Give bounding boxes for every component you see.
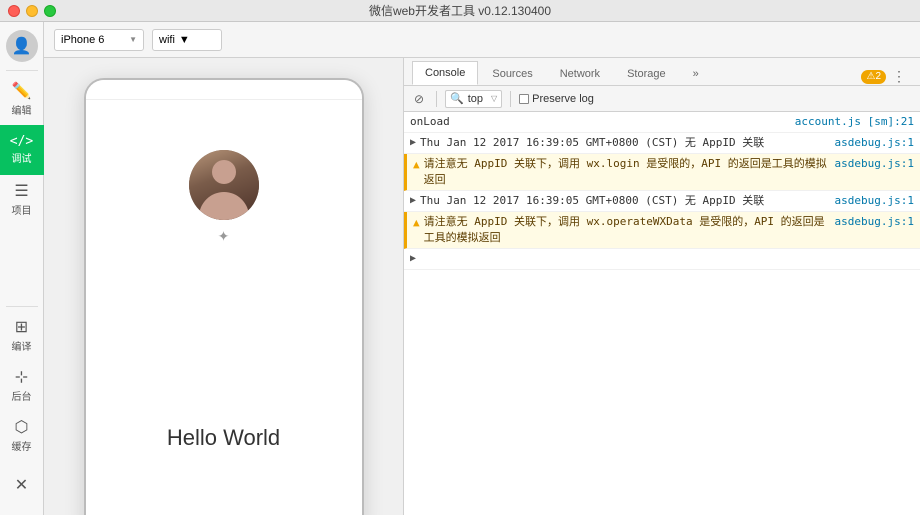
warning-icon: ⚠ [866, 71, 875, 82]
preserve-log-text: Preserve log [532, 93, 594, 105]
preserve-log-checkbox[interactable] [519, 94, 529, 104]
maximize-button[interactable] [44, 5, 56, 17]
devtools-panel: Console Sources Network Storage » [404, 58, 920, 515]
minimize-button[interactable] [26, 5, 38, 17]
clear-console-button[interactable]: ⊘ [410, 90, 428, 108]
sidebar-divider [6, 70, 38, 71]
console-row-onload[interactable]: onLoad account.js [sm]:21 [404, 112, 920, 133]
sidebar-item-edit[interactable]: ✏️ 编辑 [0, 75, 44, 125]
expand-bottom-icon[interactable]: ▶ [410, 251, 416, 267]
close-button[interactable] [8, 5, 20, 17]
main-content: 👤 ✏️ 编辑 </> 调试 ☰ 项目 ⊞ 编译 ⊹ 后台 ⬡ 缓存 ✕ [0, 22, 920, 515]
avatar-placeholder: 👤 [12, 36, 32, 56]
filter-input-wrapper[interactable]: 🔍 top ▽ [445, 90, 502, 108]
sidebar-item-debug[interactable]: </> 调试 [0, 125, 44, 175]
phone-avatar [189, 150, 259, 220]
kebab-menu-icon[interactable]: ⋮ [892, 68, 906, 85]
warning-icon-2: ▲ [413, 215, 420, 231]
backend-icon: ⊹ [15, 370, 28, 386]
tab-network[interactable]: Network [547, 61, 613, 85]
tab-storage[interactable]: Storage [614, 61, 679, 85]
sidebar: 👤 ✏️ 编辑 </> 调试 ☰ 项目 ⊞ 编译 ⊹ 后台 ⬡ 缓存 ✕ [0, 22, 44, 515]
sidebar-item-compile[interactable]: ⊞ 编译 [0, 311, 44, 361]
device-bar: iPhone 6 ▼ wifi ▼ [44, 22, 920, 58]
console-text-2: Thu Jan 12 2017 16:39:05 GMT+0800 (CST) … [420, 193, 830, 209]
console-row-2[interactable]: ▶ Thu Jan 12 2017 16:39:05 GMT+0800 (CST… [404, 191, 920, 212]
cache-icon: ⬡ [15, 420, 29, 436]
phone-frame: ✦ Hello World [84, 78, 364, 515]
network-value: wifi [159, 34, 175, 46]
devtools-tabs: Console Sources Network Storage » [404, 58, 920, 86]
filter-chevron-icon: ▽ [491, 94, 497, 103]
phone-icon-below: ✦ [218, 228, 230, 245]
clear-icon: ⊘ [414, 92, 424, 106]
warning-badge: ⚠ 2 [861, 70, 886, 84]
phone-avatar-image [189, 150, 259, 220]
phone-hello-world: Hello World [167, 425, 280, 451]
phone-preview: ✦ Hello World [44, 58, 404, 515]
sidebar-label-project: 项目 [12, 202, 32, 217]
project-icon: ☰ [14, 184, 28, 200]
device-chevron-icon: ▼ [129, 35, 137, 44]
expand-icon-2[interactable]: ▶ [410, 193, 416, 209]
console-row-warning-2[interactable]: ▲ 请注意无 AppID 关联下，调用 wx.operateWXData 是受限… [404, 212, 920, 249]
separator2 [510, 91, 511, 107]
filter-value: top [468, 93, 483, 105]
sidebar-item-cache[interactable]: ⬡ 缓存 [0, 411, 44, 461]
sidebar-label-cache: 缓存 [12, 438, 32, 453]
compile-icon: ⊞ [15, 320, 28, 336]
console-row-expand[interactable]: ▶ [404, 249, 920, 270]
console-source-1[interactable]: asdebug.js:1 [835, 135, 914, 151]
titlebar: 微信web开发者工具 v0.12.130400 [0, 0, 920, 22]
warning-icon-1: ▲ [413, 157, 420, 173]
device-select[interactable]: iPhone 6 ▼ [54, 29, 144, 51]
sidebar-label-backend: 后台 [12, 388, 32, 403]
console-text-onload: onLoad [410, 114, 791, 130]
separator1 [436, 91, 437, 107]
sidebar-item-project[interactable]: ☰ 项目 [0, 175, 44, 225]
window-title: 微信web开发者工具 v0.12.130400 [369, 2, 551, 19]
sidebar-divider2 [6, 306, 38, 307]
traffic-lights [8, 5, 56, 17]
avatar[interactable]: 👤 [6, 30, 38, 62]
device-value: iPhone 6 [61, 34, 104, 46]
console-row-warning-1[interactable]: ▲ 请注意无 AppID 关联下，调用 wx.login 是受限的，API 的返… [404, 154, 920, 191]
console-text-warning-2: 请注意无 AppID 关联下，调用 wx.operateWXData 是受限的，… [424, 214, 831, 246]
preserve-log-label[interactable]: Preserve log [519, 93, 594, 105]
phone-content: ✦ Hello World [86, 100, 362, 515]
warning-count: 2 [875, 71, 881, 82]
tab-console[interactable]: Console [412, 61, 478, 85]
sidebar-item-close[interactable]: ✕ [0, 461, 44, 511]
phone-status-bar [86, 80, 362, 100]
devtools-toolbar: ⊘ 🔍 top ▽ Preserve log [404, 86, 920, 112]
network-select[interactable]: wifi ▼ [152, 29, 222, 51]
sidebar-label-compile: 编译 [12, 338, 32, 353]
devtools-top-right: ⚠ 2 ⋮ [861, 68, 912, 85]
devtools-content: onLoad account.js [sm]:21 ▶ Thu Jan 12 2… [404, 112, 920, 515]
network-chevron-icon: ▼ [179, 34, 190, 46]
console-source-2[interactable]: asdebug.js:1 [835, 193, 914, 209]
console-text-1: Thu Jan 12 2017 16:39:05 GMT+0800 (CST) … [420, 135, 830, 151]
console-text-warning-1: 请注意无 AppID 关联下，调用 wx.login 是受限的，API 的返回是… [424, 156, 831, 188]
sidebar-item-backend[interactable]: ⊹ 后台 [0, 361, 44, 411]
debug-icon: </> [10, 135, 33, 148]
edit-icon: ✏️ [12, 84, 32, 100]
console-source-onload[interactable]: account.js [sm]:21 [795, 114, 914, 130]
console-row-1[interactable]: ▶ Thu Jan 12 2017 16:39:05 GMT+0800 (CST… [404, 133, 920, 154]
console-source-warning-2[interactable]: asdebug.js:1 [835, 214, 914, 230]
expand-icon-1[interactable]: ▶ [410, 135, 416, 151]
sidebar-label-debug: 调试 [12, 150, 32, 165]
console-source-warning-1[interactable]: asdebug.js:1 [835, 156, 914, 172]
tab-more[interactable]: » [680, 61, 712, 85]
close-icon: ✕ [15, 478, 28, 494]
tab-sources[interactable]: Sources [479, 61, 545, 85]
sidebar-label-edit: 编辑 [12, 102, 32, 117]
filter-icon: 🔍 [450, 92, 464, 105]
content-area: ✦ Hello World Console Sources Network [44, 58, 920, 515]
